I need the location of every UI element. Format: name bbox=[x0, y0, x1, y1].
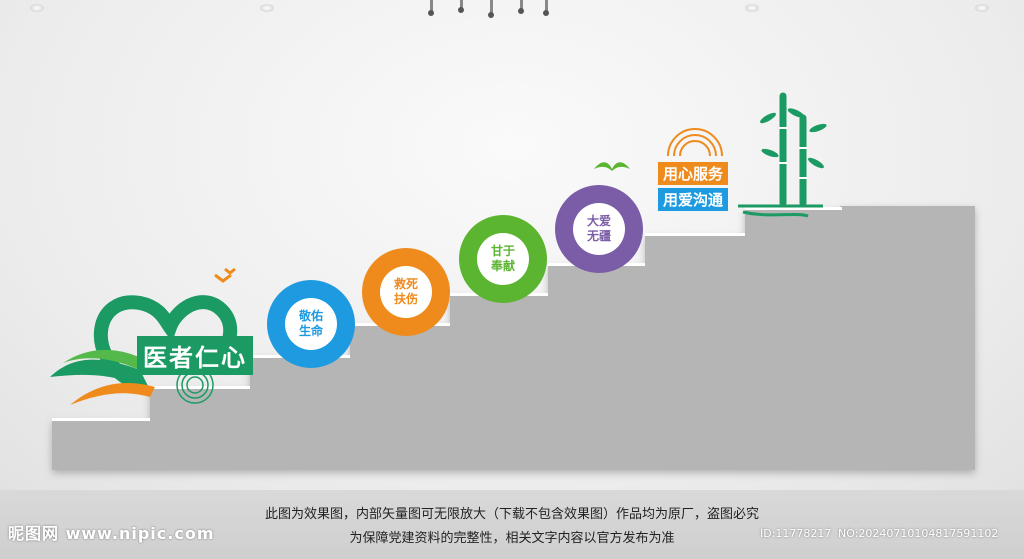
badge-label: 敬佑 生命 bbox=[284, 297, 338, 351]
badge-2: 救死 扶伤 bbox=[362, 248, 450, 336]
badge-4: 大爱 无疆 bbox=[555, 185, 643, 273]
badge-1: 敬佑 生命 bbox=[267, 280, 355, 368]
main-sign-title: 医者仁心 bbox=[137, 336, 253, 375]
watermark-site: 昵图网 www.nipic.com bbox=[8, 524, 215, 543]
badge-label: 大爱 无疆 bbox=[572, 202, 626, 256]
service-tag-line2: 用爱沟通 bbox=[658, 188, 729, 211]
watermark-no: NO:20240710104817591102 bbox=[838, 527, 999, 540]
badge-label: 甘于 奉献 bbox=[476, 232, 530, 286]
badge-3: 甘于 奉献 bbox=[459, 215, 547, 303]
bird-icon bbox=[594, 162, 630, 171]
badge-label: 救死 扶伤 bbox=[379, 265, 433, 319]
service-tag-line1: 用心服务 bbox=[658, 162, 729, 185]
watermark-id: ID:11778217 bbox=[760, 527, 832, 540]
